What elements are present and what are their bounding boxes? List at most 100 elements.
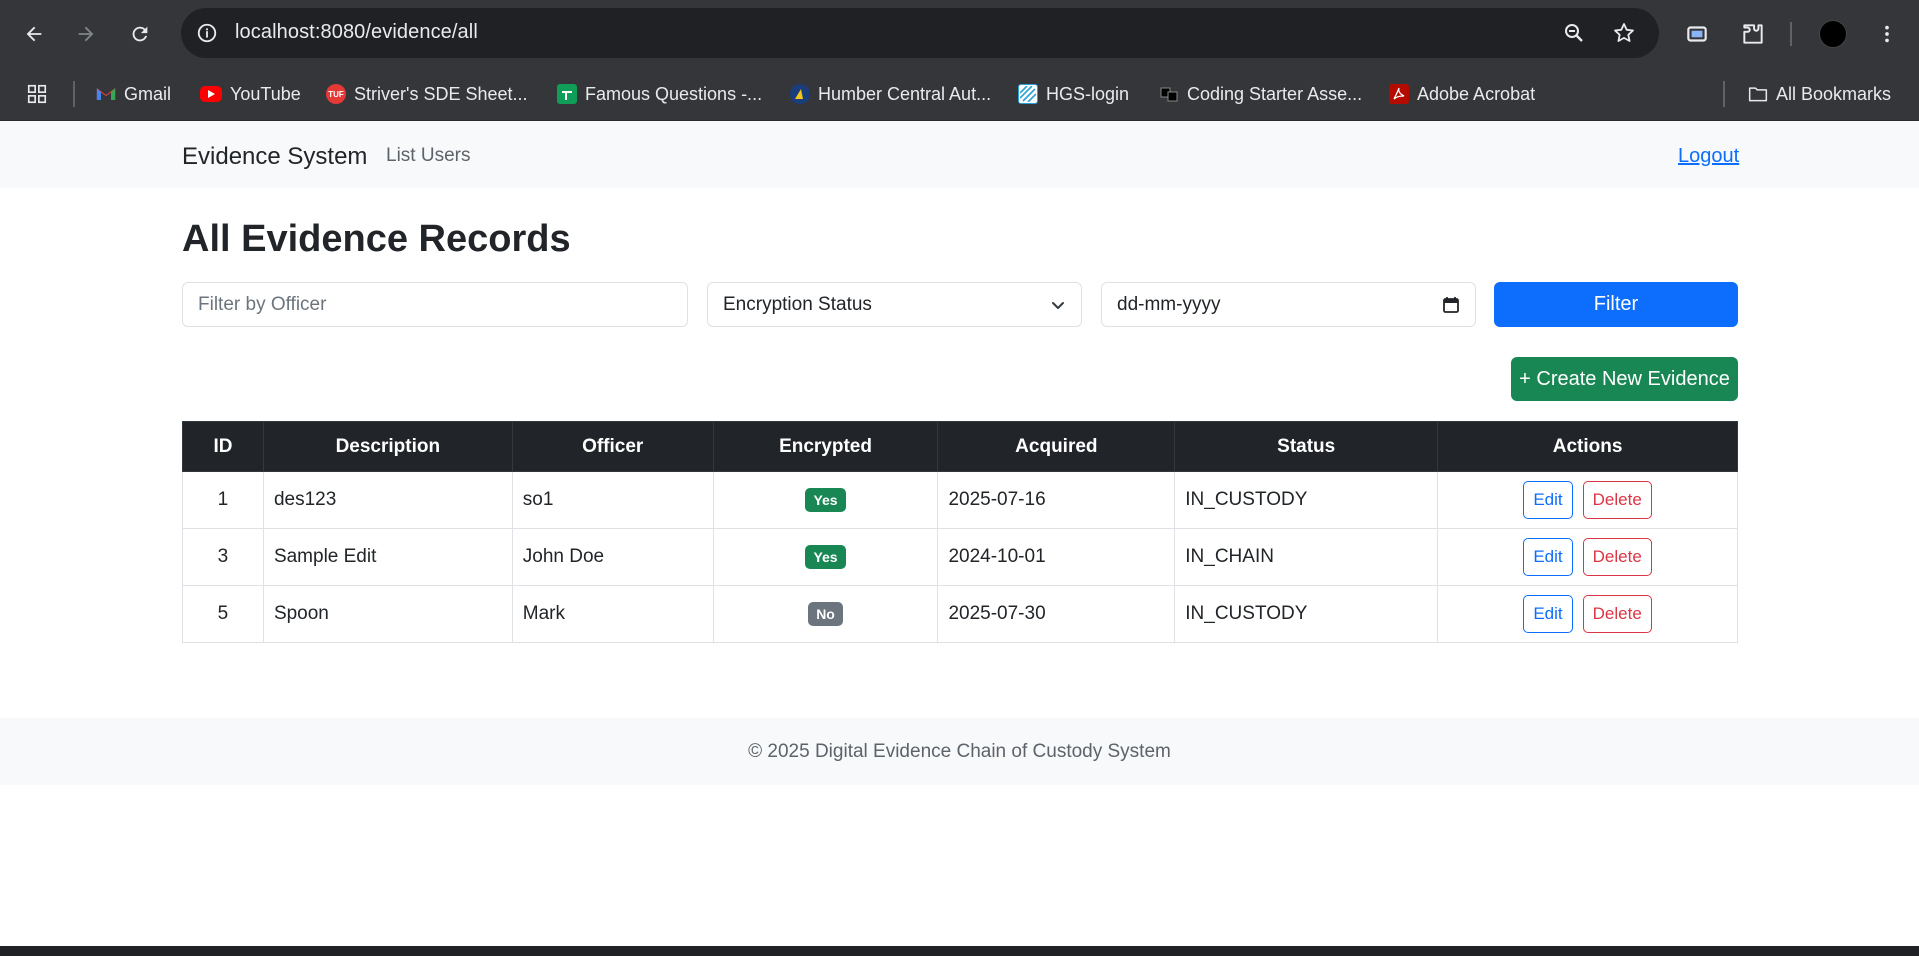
tuf-icon: TUF <box>326 84 346 104</box>
cell-encrypted: Yes <box>712 471 939 529</box>
cell-actions: Edit Delete <box>1437 528 1738 586</box>
back-button[interactable] <box>18 18 50 50</box>
bookmark-label: Famous Questions -... <box>585 83 763 104</box>
bookmark-famous-questions[interactable]: Famous Questions -... <box>557 80 762 108</box>
bookmark-label: Gmail <box>124 83 172 104</box>
cell-acquired: 2024-10-01 <box>937 528 1176 586</box>
header-officer: Officer <box>511 421 714 472</box>
header-acquired: Acquired <box>937 421 1176 472</box>
table-row: 3 Sample Edit John Doe Yes 2024-10-01 IN… <box>182 528 1738 586</box>
menu-kebab-icon[interactable] <box>1870 17 1904 51</box>
bookmark-label: Adobe Acrobat <box>1417 83 1536 104</box>
cell-status: IN_CHAIN <box>1174 528 1439 586</box>
bookmark-label: YouTube <box>230 83 301 104</box>
date-filter-placeholder: dd-mm-yyyy <box>1117 293 1221 315</box>
date-filter-input[interactable]: dd-mm-yyyy <box>1101 282 1476 327</box>
cell-status: IN_CUSTODY <box>1174 471 1439 529</box>
bookmark-label: Striver's SDE Sheet... <box>354 83 528 104</box>
delete-button[interactable]: Delete <box>1582 538 1652 576</box>
table-row: 1 des123 so1 Yes 2025-07-16 IN_CUSTODY E… <box>182 471 1738 529</box>
evidence-table: ID Description Officer Encrypted Acquire… <box>182 421 1738 643</box>
url-text[interactable]: localhost:8080/evidence/all <box>235 21 478 44</box>
nav-list-users[interactable]: List Users <box>386 145 470 167</box>
header-id: ID <box>182 421 264 472</box>
cell-status: IN_CUSTODY <box>1174 585 1439 643</box>
cell-encrypted: Yes <box>712 528 939 586</box>
youtube-icon <box>200 86 222 102</box>
cell-officer: so1 <box>511 471 714 529</box>
cell-actions: Edit Delete <box>1437 585 1738 643</box>
folder-icon <box>1748 84 1768 104</box>
all-bookmarks[interactable]: All Bookmarks <box>1748 80 1891 108</box>
encryption-status-select[interactable]: Encryption Status <box>707 282 1082 327</box>
page-footer: © 2025 Digital Evidence Chain of Custody… <box>0 718 1919 785</box>
delete-button[interactable]: Delete <box>1582 595 1652 633</box>
gmail-icon <box>96 84 116 104</box>
cell-encrypted: No <box>712 585 939 643</box>
header-actions: Actions <box>1437 421 1738 472</box>
cell-description: des123 <box>262 471 513 529</box>
acrobat-icon <box>1389 84 1409 104</box>
profile-avatar-icon[interactable] <box>1816 17 1850 51</box>
apps-grid-icon[interactable] <box>26 80 48 108</box>
hgs-icon <box>1018 84 1038 104</box>
cell-acquired: 2025-07-16 <box>937 471 1176 529</box>
encrypted-badge: Yes <box>805 488 846 512</box>
bookmark-coding-starter[interactable]: Coding Starter Asse... <box>1159 80 1362 108</box>
browser-toolbar: localhost:8080/evidence/all <box>0 0 1919 68</box>
cell-id: 5 <box>182 585 264 643</box>
cell-acquired: 2025-07-30 <box>937 585 1176 643</box>
bookmark-star-icon[interactable] <box>1611 20 1637 46</box>
calendar-icon[interactable] <box>1442 296 1460 314</box>
site-info-icon[interactable] <box>195 21 219 45</box>
toolbar-divider <box>1790 22 1792 46</box>
cast-icon[interactable] <box>1680 17 1714 51</box>
chevron-down-icon <box>1052 301 1064 309</box>
create-evidence-button[interactable]: + Create New Evidence <box>1511 357 1738 401</box>
all-bookmarks-label: All Bookmarks <box>1776 83 1892 104</box>
address-bar[interactable]: localhost:8080/evidence/all <box>181 8 1659 58</box>
officer-filter-input[interactable]: Filter by Officer <box>182 282 688 327</box>
bookmark-humber[interactable]: Humber Central Aut... <box>790 80 991 108</box>
forward-arrow-icon <box>78 26 94 42</box>
bookmarks-bar: Gmail YouTube TUF Striver's SDE Sheet...… <box>0 68 1919 121</box>
bookmark-label: Humber Central Aut... <box>818 83 992 104</box>
footer-text: © 2025 Digital Evidence Chain of Custody… <box>748 740 1171 762</box>
bookmark-label: HGS-login <box>1046 83 1130 104</box>
table-header-row: ID Description Officer Encrypted Acquire… <box>182 421 1738 472</box>
app-navbar: Evidence System List Users Logout <box>0 121 1919 188</box>
filter-button[interactable]: Filter <box>1494 282 1738 327</box>
bookmark-label: Coding Starter Asse... <box>1187 83 1363 104</box>
logout-link[interactable]: Logout <box>1678 145 1739 168</box>
forward-button[interactable] <box>70 18 102 50</box>
cell-id: 3 <box>182 528 264 586</box>
header-encrypted: Encrypted <box>712 421 939 472</box>
bookmarks-divider <box>73 81 75 107</box>
table-row: 5 Spoon Mark No 2025-07-30 IN_CUSTODY Ed… <box>182 585 1738 643</box>
sheets-icon <box>557 84 577 104</box>
extensions-icon[interactable] <box>1736 17 1770 51</box>
header-description: Description <box>262 421 513 472</box>
coding-icon <box>1159 84 1179 104</box>
taskbar-edge <box>0 946 1919 956</box>
humber-icon <box>790 84 810 104</box>
edit-button[interactable]: Edit <box>1523 595 1573 633</box>
officer-filter-placeholder: Filter by Officer <box>198 293 327 315</box>
cell-description: Sample Edit <box>262 528 513 586</box>
edit-button[interactable]: Edit <box>1523 481 1573 519</box>
brand-link[interactable]: Evidence System <box>182 143 367 171</box>
bookmark-gmail[interactable]: Gmail <box>96 80 171 108</box>
bookmark-youtube[interactable]: YouTube <box>200 80 301 108</box>
reload-button[interactable] <box>124 18 156 50</box>
cell-officer: Mark <box>511 585 714 643</box>
back-arrow-icon <box>26 26 42 42</box>
bookmark-adobe-acrobat[interactable]: Adobe Acrobat <box>1389 80 1535 108</box>
cell-description: Spoon <box>262 585 513 643</box>
bookmarks-divider <box>1723 81 1725 107</box>
edit-button[interactable]: Edit <box>1523 538 1573 576</box>
encryption-status-value: Encryption Status <box>723 293 872 315</box>
zoom-icon[interactable] <box>1561 20 1587 46</box>
bookmark-strivers-sheet[interactable]: TUF Striver's SDE Sheet... <box>326 80 528 108</box>
bookmark-hgs-login[interactable]: HGS-login <box>1018 80 1129 108</box>
delete-button[interactable]: Delete <box>1582 481 1652 519</box>
